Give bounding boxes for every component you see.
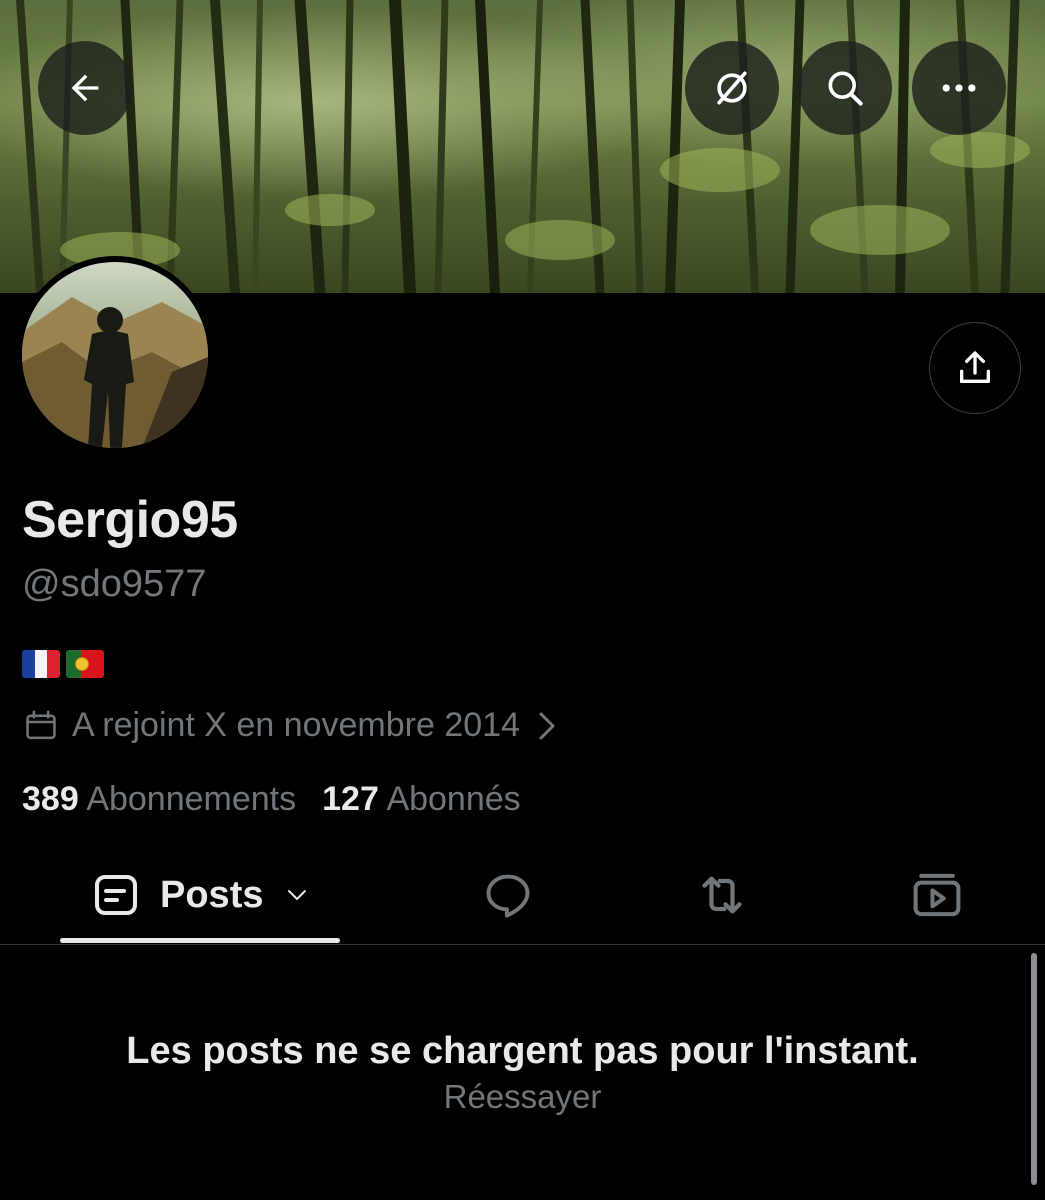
more-button[interactable] bbox=[912, 41, 1006, 135]
following-count: 389 bbox=[22, 780, 79, 818]
tab-posts-label: Posts bbox=[160, 873, 264, 916]
arrow-left-icon bbox=[71, 74, 99, 102]
followers-link[interactable]: 127 Abonnés bbox=[322, 780, 521, 819]
display-name: Sergio95 bbox=[22, 491, 238, 549]
ellipsis-icon bbox=[942, 84, 976, 92]
tab-posts[interactable]: Posts bbox=[92, 846, 309, 944]
calendar-icon bbox=[26, 709, 56, 739]
following-link[interactable]: 389 Abonnements bbox=[22, 780, 296, 819]
share-button[interactable] bbox=[929, 322, 1021, 414]
tab-reposts[interactable] bbox=[694, 846, 750, 944]
user-handle: @sdo9577 bbox=[22, 563, 207, 605]
profile-tabs: Posts bbox=[0, 846, 1045, 944]
tab-media[interactable] bbox=[910, 846, 964, 944]
portugal-flag-icon bbox=[66, 650, 104, 678]
speech-bubble-icon bbox=[486, 874, 530, 918]
active-tab-indicator bbox=[60, 938, 340, 943]
follow-stats: 389 Abonnements 127 Abonnés bbox=[22, 780, 521, 819]
join-date-row[interactable]: A rejoint X en novembre 2014 bbox=[22, 706, 558, 745]
scrollbar[interactable] bbox=[1031, 953, 1037, 1185]
following-label: Abonnements bbox=[86, 780, 297, 818]
search-icon bbox=[828, 71, 863, 106]
circle-slash-icon bbox=[717, 71, 747, 105]
avatar-image bbox=[22, 262, 208, 448]
avatar[interactable] bbox=[16, 256, 214, 454]
retry-button[interactable]: Réessayer bbox=[0, 1078, 1045, 1116]
followers-label: Abonnés bbox=[386, 780, 521, 818]
banner-image bbox=[16, 0, 1030, 293]
chevron-down-icon[interactable] bbox=[285, 887, 309, 903]
share-icon bbox=[960, 351, 990, 383]
join-date: A rejoint X en novembre 2014 bbox=[72, 706, 520, 744]
feed-error-message: Les posts ne se chargent pas pour l'inst… bbox=[126, 1030, 919, 1072]
tab-replies[interactable] bbox=[482, 846, 534, 944]
mute-button[interactable] bbox=[685, 41, 779, 135]
bio bbox=[22, 650, 104, 678]
followers-count: 127 bbox=[322, 780, 379, 818]
video-icon bbox=[913, 873, 961, 917]
repost-icon bbox=[702, 876, 742, 914]
tabs-divider bbox=[0, 944, 1045, 945]
search-button[interactable] bbox=[798, 41, 892, 135]
profile-banner[interactable] bbox=[0, 0, 1045, 293]
chevron-right-icon bbox=[539, 712, 555, 739]
france-flag-icon bbox=[22, 650, 60, 678]
back-button[interactable] bbox=[38, 41, 132, 135]
posts-icon bbox=[95, 875, 137, 915]
